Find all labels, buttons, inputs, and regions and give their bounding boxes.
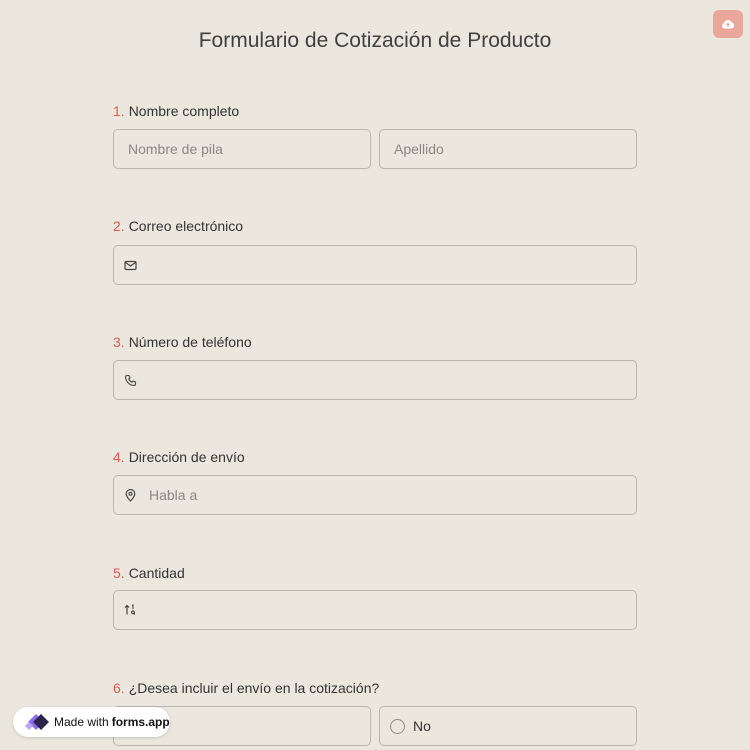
question-label: 4. Dirección de envío xyxy=(113,448,637,466)
made-with-text: Made with xyxy=(54,715,109,729)
form-page: Formulario de Cotización de Producto 1. N… xyxy=(0,0,750,750)
question-label: 6. ¿Desea incluir el envío en la cotizaci… xyxy=(113,679,637,697)
email-input[interactable] xyxy=(113,245,637,285)
mail-icon xyxy=(123,258,137,272)
question-text: ¿Desea incluir el envío en la cotización… xyxy=(128,680,380,696)
question-text: Correo electrónico xyxy=(128,218,244,234)
question-label: 1. Nombre completo xyxy=(113,102,637,120)
address-placeholder: Habla a xyxy=(149,487,198,503)
form-title: Formulario de Cotización de Producto xyxy=(198,29,552,52)
question-label: 2. Correo electrónico xyxy=(113,217,637,235)
address-input[interactable]: Habla a xyxy=(113,475,637,515)
question-number: 5. xyxy=(113,565,125,581)
question-number: 6. xyxy=(113,680,125,696)
quantity-input[interactable] xyxy=(113,590,637,630)
option-no[interactable]: No xyxy=(379,706,637,746)
question-number: 2. xyxy=(113,218,125,234)
forms-app-logo-icon xyxy=(25,714,49,730)
map-pin-icon xyxy=(123,488,137,502)
question-label: 3. Número de teléfono xyxy=(113,333,637,351)
question-phone: 3. Número de teléfono xyxy=(113,333,637,351)
question-quantity: 5. Cantidad xyxy=(113,564,637,582)
made-with-badge[interactable]: Made with forms.app xyxy=(13,707,170,737)
question-label: 5. Cantidad xyxy=(113,564,637,582)
option-label: No xyxy=(413,718,431,734)
question-include-shipping: 6. ¿Desea incluir el envío en la cotizaci… xyxy=(113,679,637,697)
question-number: 1. xyxy=(113,103,125,119)
question-text: Cantidad xyxy=(128,565,185,581)
radio-button[interactable] xyxy=(390,718,405,734)
question-text: Dirección de envío xyxy=(128,449,245,465)
last-name-placeholder: Apellido xyxy=(394,141,444,157)
question-number: 4. xyxy=(113,449,125,465)
first-name-input[interactable]: Nombre de pila xyxy=(113,129,371,169)
question-text: Nombre completo xyxy=(128,103,240,119)
first-name-placeholder: Nombre de pila xyxy=(128,141,223,157)
sort-numeric-icon xyxy=(123,603,137,617)
phone-input[interactable] xyxy=(113,360,637,400)
phone-icon xyxy=(123,373,137,387)
last-name-input[interactable]: Apellido xyxy=(379,129,637,169)
question-number: 3. xyxy=(113,334,125,350)
brand-name: forms.app xyxy=(111,715,170,729)
question-text: Número de teléfono xyxy=(128,334,252,350)
question-email: 2. Correo electrónico xyxy=(113,217,637,235)
question-shipping-address: 4. Dirección de envío xyxy=(113,448,637,466)
question-full-name: 1. Nombre completo xyxy=(113,102,637,120)
